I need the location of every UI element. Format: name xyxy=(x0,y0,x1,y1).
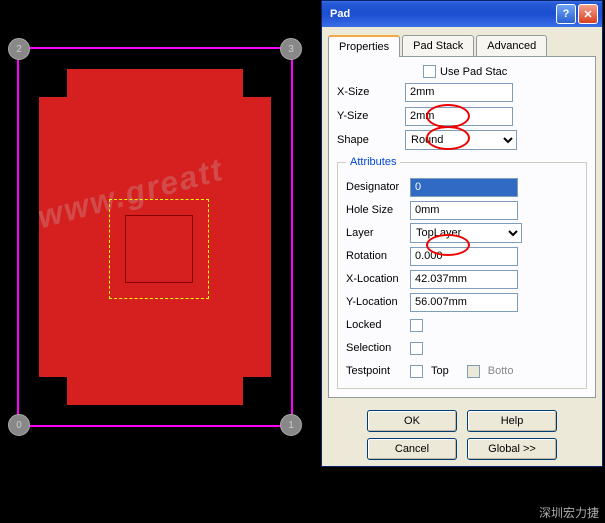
testpoint-top-checkbox[interactable] xyxy=(410,365,423,378)
layer-label: Layer xyxy=(346,227,410,239)
titlebar[interactable]: Pad ? ✕ xyxy=(322,1,602,27)
xsize-label: X-Size xyxy=(337,86,405,98)
pcb-via-3[interactable]: 3 xyxy=(280,38,302,60)
tab-properties[interactable]: Properties xyxy=(328,35,400,57)
tab-pad-stack[interactable]: Pad Stack xyxy=(402,35,474,56)
pcb-copper-fill xyxy=(39,69,271,405)
xloc-input[interactable] xyxy=(410,270,518,289)
holesize-input[interactable] xyxy=(410,201,518,220)
pcb-via-1[interactable]: 1 xyxy=(280,414,302,436)
yloc-label: Y-Location xyxy=(346,296,410,308)
yloc-input[interactable] xyxy=(410,293,518,312)
corner-watermark: 深圳宏力捷 xyxy=(539,504,599,521)
xloc-label: X-Location xyxy=(346,273,410,285)
pcb-via-0[interactable]: 0 xyxy=(8,414,30,436)
properties-panel: Use Pad Stac X-Size Y-Size Shape Round A… xyxy=(328,57,596,398)
tab-advanced[interactable]: Advanced xyxy=(476,35,547,56)
cancel-button[interactable]: Cancel xyxy=(367,438,457,460)
attributes-group: Attributes Designator Hole Size Layer To… xyxy=(337,156,587,389)
selection-checkbox[interactable] xyxy=(410,342,423,355)
pcb-canvas[interactable]: 0 1 2 3 www.greatt xyxy=(5,35,305,475)
pcb-component-qfp[interactable] xyxy=(109,199,209,299)
shape-label: Shape xyxy=(337,134,405,146)
use-pad-stack-checkbox[interactable] xyxy=(423,65,436,78)
locked-checkbox[interactable] xyxy=(410,319,423,332)
testpoint-top-label: Top xyxy=(431,365,449,377)
ysize-label: Y-Size xyxy=(337,110,405,122)
ok-button[interactable]: OK xyxy=(367,410,457,432)
testpoint-bottom-checkbox xyxy=(467,365,480,378)
global-button[interactable]: Global >> xyxy=(467,438,557,460)
help-button[interactable]: Help xyxy=(467,410,557,432)
pad-dialog: Pad ? ✕ Properties Pad Stack Advanced Us… xyxy=(321,0,603,467)
shape-select[interactable]: Round xyxy=(405,130,517,150)
designator-input[interactable] xyxy=(410,178,518,197)
layer-select[interactable]: TopLayer xyxy=(410,223,522,243)
titlebar-close-button[interactable]: ✕ xyxy=(578,4,598,24)
xsize-input[interactable] xyxy=(405,83,513,102)
use-pad-stack-label: Use Pad Stac xyxy=(440,66,507,78)
locked-label: Locked xyxy=(346,319,410,331)
dialog-title: Pad xyxy=(326,8,554,20)
selection-label: Selection xyxy=(346,342,410,354)
rotation-label: Rotation xyxy=(346,250,410,262)
rotation-input[interactable] xyxy=(410,247,518,266)
pcb-board-outline: 0 1 2 3 xyxy=(17,47,293,427)
holesize-label: Hole Size xyxy=(346,204,410,216)
pcb-via-2[interactable]: 2 xyxy=(8,38,30,60)
testpoint-bottom-label: Botto xyxy=(488,365,514,377)
titlebar-help-button[interactable]: ? xyxy=(556,4,576,24)
ysize-input[interactable] xyxy=(405,107,513,126)
designator-label: Designator xyxy=(346,181,410,193)
testpoint-label: Testpoint xyxy=(346,365,410,377)
attributes-legend: Attributes xyxy=(346,156,400,168)
